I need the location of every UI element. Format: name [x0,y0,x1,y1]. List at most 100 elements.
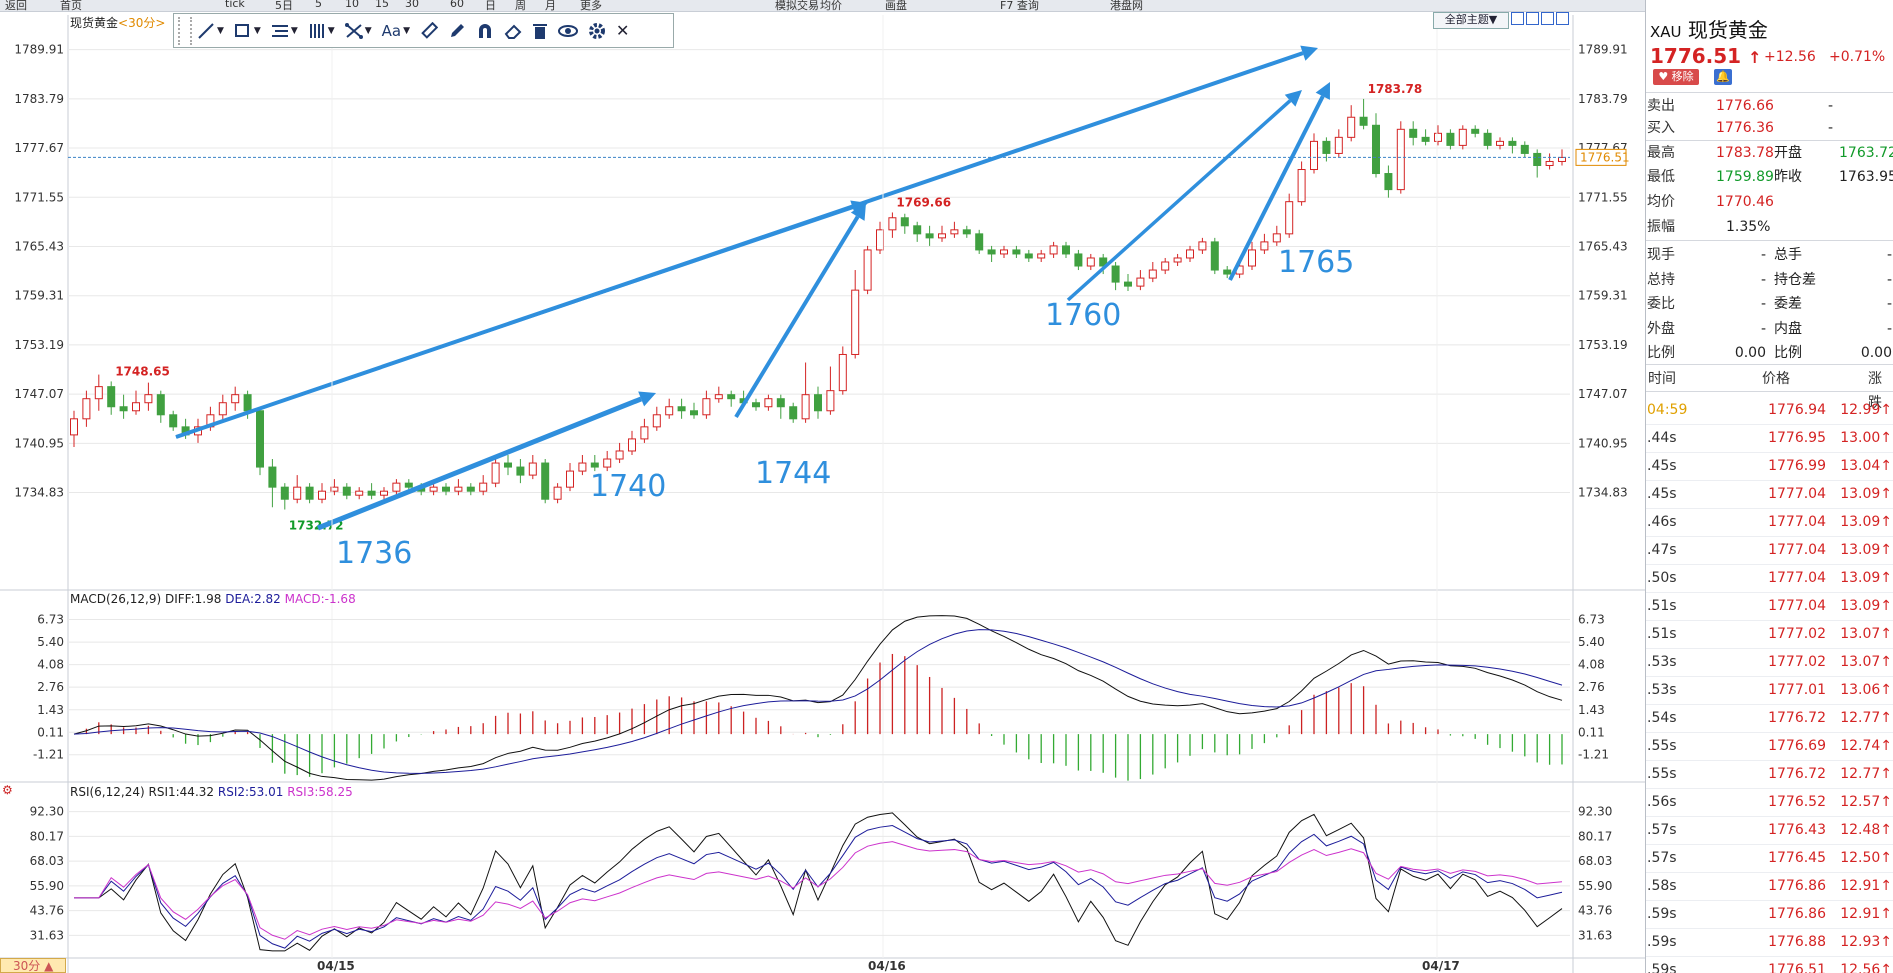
low-prev-row: 最低 1759.89 昨收 1763.95 [1646,165,1893,189]
low-value: 1759.89 [1716,169,1774,185]
date-label: 04/15 [317,959,355,973]
magnet-icon[interactable] [476,18,494,44]
eraser-icon[interactable] [504,18,522,44]
tick-row[interactable]: .46s 1777.04 13.09↑ [1646,508,1893,537]
tick-price: 1776.86 [1768,906,1826,922]
stat-label: 比例 [1774,345,1802,361]
rsi-params: RSI(6,12,24) [70,785,145,799]
settings-icon[interactable]: ⚙ [2,784,13,796]
tick-row[interactable]: .57s 1776.43 12.48↑ [1646,816,1893,845]
stat-label: 委差 [1774,296,1802,312]
tick-row[interactable]: .56s 1776.52 12.57↑ [1646,788,1893,817]
layout-3-icon[interactable] [1541,12,1554,25]
tick-row[interactable]: .54s 1776.72 12.77↑ [1646,704,1893,733]
pattern-tool-icon[interactable]: ▼ [344,18,372,44]
tick-row[interactable]: .50s 1777.04 13.09↑ [1646,564,1893,593]
eye-icon[interactable] [557,18,578,44]
tick-time: .53s [1647,682,1677,698]
tick-change: 12.56↑ [1840,962,1892,973]
tick-row[interactable]: .59s 1776.88 12.93↑ [1646,928,1893,957]
text-tool-icon[interactable]: Aa ▼ [382,18,410,44]
tick-row[interactable]: .55s 1776.69 12.74↑ [1646,732,1893,761]
candle-up [628,438,636,452]
candle-down [1508,140,1517,146]
price-tick-label-left: 1747.07 [14,387,64,401]
tick-row[interactable]: .53s 1777.02 13.07↑ [1646,648,1893,677]
tick-row[interactable]: .45s 1776.99 13.04↑ [1646,452,1893,481]
tick-row[interactable]: .59s 1776.86 12.91↑ [1646,900,1893,929]
tick-row[interactable]: .47s 1777.04 13.09↑ [1646,536,1893,565]
candle-up [1260,241,1269,251]
gear-icon[interactable] [588,18,606,44]
line-tool-icon[interactable]: ▼ [197,18,224,44]
candle-up [94,386,103,400]
tick-row[interactable]: .51s 1777.02 13.07↑ [1646,620,1893,649]
layout-2-icon[interactable] [1526,12,1539,25]
candle-down [1223,269,1232,275]
tick-change: 12.50↑ [1840,850,1892,866]
stat-value: 0.00 [1734,345,1766,361]
rsi2-value: RSI2:53.01 [217,785,284,799]
tick-price: 1777.01 [1768,682,1826,698]
candle-down [925,233,934,239]
panel-title: XAU 现货黄金 [1650,14,1768,43]
candle-up [293,486,302,500]
ruler-icon[interactable] [420,18,438,44]
candle-up [553,486,562,500]
tick-row[interactable]: .51s 1777.04 13.09↑ [1646,592,1893,621]
candle-down [987,249,996,255]
remove-favorite-button[interactable]: ♥ 移除 [1653,69,1699,85]
tick-row[interactable]: .55s 1776.72 12.77↑ [1646,760,1893,789]
theme-selector-button[interactable]: 全部主题▼ [1433,12,1509,29]
prev-close-value: 1763.95 [1839,169,1893,185]
candle-up [218,402,227,416]
symbol-code: XAU [1650,23,1682,41]
tick-change: 12.77↑ [1840,710,1892,726]
tick-row[interactable]: .57s 1776.45 12.50↑ [1646,844,1893,873]
tick-price: 1776.52 [1768,794,1826,810]
fibonacci-tool-icon[interactable]: ▼ [271,18,298,44]
candle-down [1446,132,1455,146]
shape-tool-icon[interactable]: ▼ [234,18,261,44]
tick-row[interactable]: .58s 1776.86 12.91↑ [1646,872,1893,901]
tick-time: .46s [1647,514,1677,530]
vertical-lines-tool-icon[interactable]: ▼ [308,18,335,44]
candle-up [566,470,574,488]
price-tick-label-left: 1740.95 [14,436,64,450]
tick-row[interactable]: .44s 1776.95 13.00↑ [1646,424,1893,453]
kline-chart[interactable]: 1789.91 1789.911783.79 1783.791777.67 1777.… [0,0,1645,973]
candle-up [764,398,773,408]
trash-icon[interactable] [532,18,548,44]
tick-change: 13.06↑ [1840,682,1892,698]
candle-down [962,229,971,235]
candle-up [1173,257,1182,263]
layout-1-icon[interactable] [1511,12,1524,25]
trend-arrow-line [175,207,854,438]
tick-time: .55s [1647,766,1677,782]
candle-down [1359,116,1368,126]
candle-up [615,450,624,460]
pencil-icon[interactable] [448,18,466,44]
macd-tick-label-left: 0.11 [37,725,64,739]
bell-icon[interactable]: 🔔 [1714,69,1732,85]
tick-row[interactable]: .59s 1776.51 12.56↑ [1646,956,1893,973]
tick-price: 1776.45 [1768,850,1826,866]
rsi3-line [74,841,1563,940]
tick-row[interactable]: .45s 1777.04 13.09↑ [1646,480,1893,509]
divider [1646,364,1893,365]
macd-tick-label-left: 5.40 [37,635,64,649]
stat-label: 持仓差 [1774,271,1816,288]
tick-row[interactable]: .53s 1777.01 13.06↑ [1646,676,1893,705]
candle-down [814,394,822,412]
layout-4-icon[interactable] [1556,12,1569,25]
rsi-tick-label-right: 43.76 [1578,904,1612,918]
close-icon[interactable]: ✕ [616,18,629,44]
candle-down [1421,136,1430,142]
sell-value: 1776.66 [1716,98,1774,114]
toolbar-grip-handle[interactable] [178,16,192,45]
tick-row[interactable]: 04:59 1776.94 12.99↑ [1646,396,1893,425]
period-button[interactable]: 30分 ▲ [0,958,66,973]
candle-down [256,410,264,468]
rsi-tick-label-left: 68.03 [30,854,64,868]
candle-down [1483,132,1492,146]
